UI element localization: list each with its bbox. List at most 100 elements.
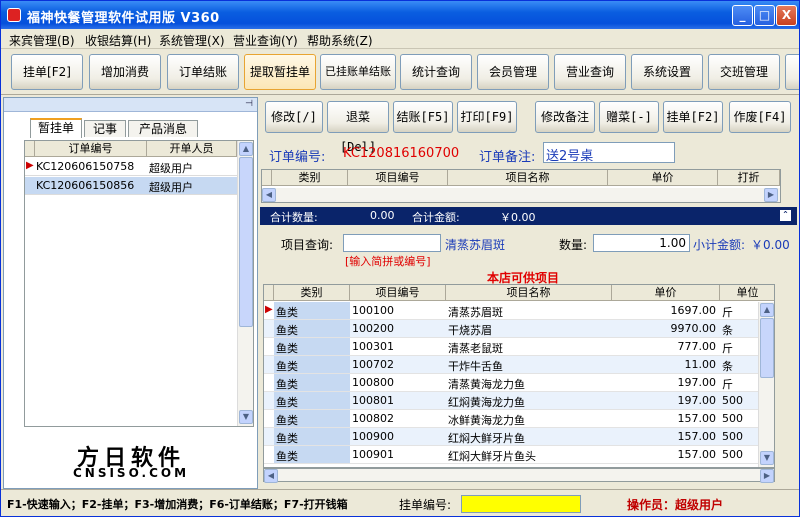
scroll-thumb[interactable] [239,157,253,327]
cell-price: 197.00 [677,376,717,389]
cell-name: 冰鲜黄海龙力鱼 [448,414,525,427]
tool-statistics[interactable]: 统计查询 [400,54,472,90]
order-note-label: 订单备注: [479,150,536,165]
menu-help[interactable]: 帮助系统(Z) [307,32,373,49]
tab-held-orders[interactable]: 暂挂单 [30,118,82,138]
menu-guest[interactable]: 来宾管理(B) [9,32,75,49]
order-column-name: 项目名称 [448,170,608,186]
list-item[interactable]: ▶ KC120606150758 超级用户 [25,158,237,176]
tool-hold-order[interactable]: 挂单[F2] [11,54,83,90]
tab-product-info[interactable]: 产品消息 [128,120,198,137]
table-row[interactable]: 鱼类 100900 红焖大鲜牙片鱼 157.00 500 [264,428,774,446]
table-row[interactable]: 鱼类 100901 红焖大鲜牙片鱼头 157.00 500 [264,446,774,464]
edit-note-button[interactable]: 修改备注 [535,101,595,133]
collapse-icon[interactable]: ⌃ [780,210,791,221]
cell-name: 干炸牛舌鱼 [448,360,503,373]
cell-cat: 鱼类 [276,324,298,337]
maximize-button[interactable]: □ [754,5,775,26]
status-bar: F1-快速输入；F2-挂单；F3-增加消费；F6-订单结账；F7-打开钱箱 挂单… [1,489,799,516]
tool-checkout[interactable]: 订单结账 [167,54,239,90]
minimize-button[interactable]: _ [732,5,753,26]
tool-add-consumption[interactable]: 增加消费 [89,54,161,90]
cell-price: 1697.00 [670,304,717,317]
hold-no-field[interactable] [461,495,581,513]
scroll-down-icon[interactable]: ▼ [760,451,774,465]
product-column-unit: 单位 [720,285,774,301]
table-row[interactable]: 鱼类 100702 干炸牛舌鱼 11.00 条 [264,356,774,374]
cell-unit: 500 [722,448,743,461]
cell-price: 197.00 [677,394,717,407]
current-row-icon: ▶ [26,160,34,171]
close-button[interactable]: X [776,5,797,26]
cell-unit: 斤 [722,342,733,355]
cell-cat: 鱼类 [276,360,298,373]
pin-icon[interactable]: ⊣ [245,99,253,109]
right-panel: 修改[/] 退菜[Del] 结账[F5] 打印[F9] 修改备注 赠菜[-] 挂… [259,97,799,489]
current-row-icon: ▶ [265,304,273,315]
tool-settings[interactable]: 系统设置 [631,54,703,90]
return-dish-button[interactable]: 退菜[Del] [327,101,389,154]
total-count-value: 0.00 [370,209,395,222]
menu-system[interactable]: 系统管理(X) [159,32,225,49]
cell-cat: 鱼类 [276,450,298,463]
tool-retrieve-held[interactable]: 提取暂挂单 [244,54,316,90]
menu-business[interactable]: 营业查询(Y) [233,32,298,49]
list-scrollbar[interactable]: ▲ ▼ [237,141,253,426]
table-row[interactable]: 鱼类 100802 冰鲜黄海龙力鱼 157.00 500 [264,410,774,428]
tab-notes[interactable]: 记事 [84,120,126,137]
products-scrollbar[interactable]: ▲ ▼ [758,302,774,467]
query-suggestion[interactable]: 清蒸苏眉斑 [445,236,505,253]
cell-code: 100800 [352,376,394,389]
list-item[interactable]: KC120606150856 超级用户 [25,177,237,195]
scroll-right-icon[interactable]: ▶ [764,188,778,202]
tool-members[interactable]: 会员管理 [477,54,549,90]
order-note-field[interactable]: 送2号桌 [543,142,675,164]
scroll-left-icon[interactable]: ◀ [264,469,278,483]
table-row[interactable]: ▶ 鱼类 100100 清蒸苏眉斑 1697.00 斤 [264,302,774,320]
tool-more[interactable] [785,54,799,90]
print-button[interactable]: 打印[F9] [457,101,517,133]
total-count-label: 合计数量: [270,211,318,224]
scroll-right-icon[interactable]: ▶ [760,469,774,483]
cell-name: 红焖大鲜牙片鱼 [448,432,525,445]
app-window: 福神快餐管理软件试用版 V360 _ □ X 来宾管理(B) 收银结算(H) 系… [0,0,800,517]
products-table: 类别 项目编号 项目名称 单价 单位 ▶ 鱼类 100100 清蒸苏眉斑 1697.00… [263,284,775,468]
modify-button[interactable]: 修改[/] [265,101,323,133]
table-row[interactable]: 鱼类 100200 干烧苏眉 9970.00 条 [264,320,774,338]
scroll-left-icon[interactable]: ◀ [262,188,276,202]
hold-order-button[interactable]: 挂单[F2] [663,101,723,133]
product-search-input[interactable] [343,234,441,252]
menu-bar: 来宾管理(B) 收银结算(H) 系统管理(X) 营业查询(Y) 帮助系统(Z) [1,29,799,49]
scroll-up-icon[interactable]: ▲ [760,303,774,317]
table-row[interactable]: 鱼类 100801 红焖黄海龙力鱼 197.00 500 [264,392,774,410]
product-column-price: 单价 [612,285,720,301]
products-hscrollbar[interactable]: ◀ ▶ [263,468,775,483]
tool-settle-held[interactable]: 已挂账单结账 [320,54,396,90]
tool-shift[interactable]: 交班管理 [708,54,780,90]
cell-name: 清蒸黄海龙力鱼 [448,378,525,391]
menu-cashier[interactable]: 收银结算(H) [85,32,151,49]
total-amount-value: ￥0.00 [500,211,536,224]
title-bar: 福神快餐管理软件试用版 V360 _ □ X [1,1,799,29]
scroll-down-icon[interactable]: ▼ [239,410,253,424]
order-column-price: 单价 [608,170,718,186]
void-button[interactable]: 作废[F4] [729,101,791,133]
cell-name: 红焖黄海龙力鱼 [448,396,525,409]
checkout-button[interactable]: 结账[F5] [393,101,453,133]
app-icon [7,8,21,22]
cell-price: 11.00 [684,358,717,371]
scroll-up-icon[interactable]: ▲ [239,142,253,156]
cell-price: 157.00 [677,412,717,425]
gift-dish-button[interactable]: 赠菜[-] [599,101,659,133]
cell-code: 100900 [352,430,394,443]
qty-label: 数量: [559,238,588,252]
quantity-field[interactable]: 1.00 [593,234,690,252]
tool-business-query[interactable]: 营业查询 [554,54,626,90]
order-hscrollbar[interactable]: ◀ ▶ [262,188,780,202]
cell-name: 清蒸苏眉斑 [448,306,503,319]
table-row[interactable]: 鱼类 100800 清蒸黄海龙力鱼 197.00 斤 [264,374,774,392]
table-row[interactable]: 鱼类 100301 清蒸老鼠斑 777.00 斤 [264,338,774,356]
window-title: 福神快餐管理软件试用版 V360 [27,11,220,26]
cell-code: 100702 [352,358,394,371]
scroll-thumb[interactable] [760,318,774,378]
